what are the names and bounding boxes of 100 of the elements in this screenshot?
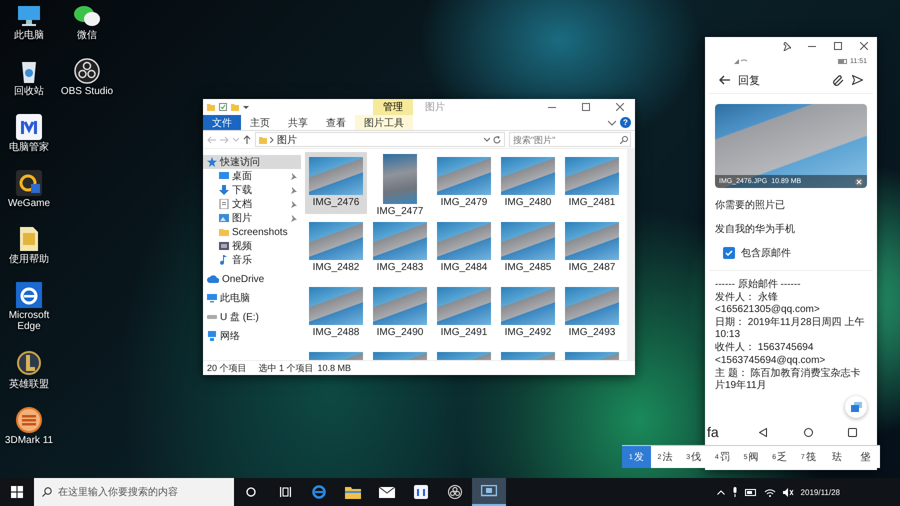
file-item[interactable]: IMG_2480 [497, 152, 559, 214]
battery-icon [744, 488, 757, 496]
context-tab[interactable]: 管理 [373, 99, 413, 115]
circle-icon [246, 487, 256, 497]
floating-action-button[interactable] [845, 396, 867, 418]
screen-mirror-icon [481, 484, 497, 498]
file-item[interactable]: IMG_2492 [497, 282, 559, 344]
maximize-icon [834, 42, 842, 50]
photo-placeholder [565, 222, 619, 260]
app-tile-icon [414, 485, 428, 499]
benchmark-app-icon [16, 407, 42, 433]
nav-item[interactable]: 桌面 [203, 169, 301, 183]
file-item[interactable]: IMG_2482 [305, 217, 367, 279]
file-item[interactable]: IMG_2493 [561, 282, 623, 344]
ribbon-tab[interactable]: 主页 [241, 115, 279, 130]
nav-item[interactable]: 网络 [203, 329, 301, 343]
photo-placeholder [565, 287, 619, 325]
nav-item[interactable]: 快速访问 [203, 155, 301, 169]
quoted-mail-line: 发件人： 永锋 <165621305@qq.com> [715, 292, 821, 316]
history-caret-icon [233, 136, 239, 142]
nav-item[interactable]: 下载 [203, 183, 301, 197]
photo-placeholder [501, 287, 555, 325]
help-button[interactable]: ? [620, 117, 631, 128]
triangle-icon [759, 428, 768, 436]
taskbar-date: 2019/11/28 [800, 488, 840, 496]
photo-placeholder [501, 157, 555, 195]
desktop-shortcut[interactable]: 回收站 [0, 58, 58, 97]
envelope-icon [379, 486, 395, 498]
refresh-icon [493, 136, 501, 144]
remove-attachment-button[interactable] [855, 178, 863, 186]
file-item[interactable]: IMG_2477 [369, 152, 431, 214]
desktop-shortcut[interactable]: 电脑管家 [0, 114, 58, 153]
volume-icon [782, 488, 794, 496]
back-button[interactable] [719, 75, 730, 85]
item-count: 20 个项目 [207, 362, 247, 374]
browser-icon [312, 485, 326, 499]
ribbon-tab[interactable]: 共享 [279, 115, 317, 130]
dropdown-caret-icon [243, 104, 249, 110]
back-arrow-icon [207, 136, 216, 144]
file-item[interactable]: IMG_2479 [433, 152, 495, 214]
taskbar-search-field[interactable]: 在这里输入你要搜索的内容 [34, 478, 234, 506]
include-original-checkbox[interactable]: 包含原邮件 [709, 236, 873, 271]
dropdown-caret-icon [484, 136, 490, 142]
desktop-shortcut[interactable]: Microsoft Edge [0, 282, 58, 332]
desktop-shortcut[interactable]: 英雄联盟 [0, 349, 58, 390]
search-field[interactable]: 搜索"图片" [509, 132, 631, 147]
send-button[interactable] [852, 75, 863, 85]
nav-item[interactable]: 文档 [203, 197, 301, 211]
file-item[interactable]: IMG_2485 [497, 217, 559, 279]
desktop-shortcut[interactable]: 此电脑 [0, 4, 58, 41]
desktop-shortcut[interactable]: 使用帮助 [0, 226, 58, 265]
square-icon [848, 428, 858, 436]
nav-item[interactable]: Screenshots [203, 225, 301, 239]
wifi-icon [764, 488, 776, 496]
nav-item[interactable]: 此电脑 [203, 291, 301, 305]
game-emblem-icon [16, 349, 42, 377]
selection-count: 选中 1 个项目 [258, 362, 314, 374]
file-item[interactable]: IMG_2481 [561, 152, 623, 214]
file-item[interactable]: IMG_2488 [305, 282, 367, 344]
file-item[interactable]: IMG_2487 [561, 217, 623, 279]
file-item[interactable]: IMG_2490 [369, 282, 431, 344]
download-arrow-icon [219, 185, 229, 195]
folder-icon [219, 227, 229, 237]
recording-app-icon [448, 485, 462, 499]
nav-item[interactable]: U 盘 (E:) [203, 310, 301, 324]
ribbon-tab[interactable]: 文件 [203, 115, 241, 130]
ribbon-tab[interactable]: 查看 [317, 115, 355, 130]
file-item[interactable]: IMG_2491 [433, 282, 495, 344]
checkbox[interactable] [723, 247, 735, 259]
nav-item[interactable]: 音乐 [203, 253, 301, 267]
computer-icon [207, 293, 217, 303]
ribbon-tab[interactable]: 图片工具 [355, 115, 413, 130]
ime-candidate[interactable]: 垡 [851, 446, 880, 468]
nav-item[interactable]: 图片 [203, 211, 301, 225]
desktop-shortcut[interactable]: WeGame [0, 170, 58, 209]
desktop-shortcut[interactable]: 3DMark 11 [0, 407, 58, 446]
address-bar[interactable]: 图片 [255, 132, 505, 147]
attach-button[interactable] [833, 74, 844, 86]
photo-placeholder [501, 222, 555, 260]
send-icon [852, 75, 863, 85]
folder-icon [207, 103, 215, 111]
up-arrow-icon [243, 135, 251, 144]
file-item[interactable]: IMG_2483 [369, 217, 431, 279]
ime-candidate[interactable]: 珐 [822, 446, 852, 468]
file-item[interactable]: IMG_2476 [305, 152, 367, 214]
back-arrow-icon [719, 75, 730, 85]
photo-placeholder [383, 154, 417, 204]
photo-placeholder [437, 222, 491, 260]
properties-icon [219, 103, 227, 111]
game-tile-icon [16, 170, 42, 196]
desktop-shortcut[interactable]: OBS Studio [58, 58, 116, 97]
breadcrumb-chevron-icon [270, 136, 274, 142]
paperclip-icon [833, 74, 844, 86]
nav-item[interactable]: 视频 [203, 239, 301, 253]
file-item[interactable]: IMG_2484 [433, 217, 495, 279]
nav-item[interactable]: OneDrive [203, 272, 301, 286]
scrollbar[interactable] [627, 149, 635, 360]
desktop-shortcut[interactable]: 微信 [58, 4, 116, 41]
windows-logo-icon [11, 486, 23, 498]
maximize-icon [582, 103, 590, 111]
